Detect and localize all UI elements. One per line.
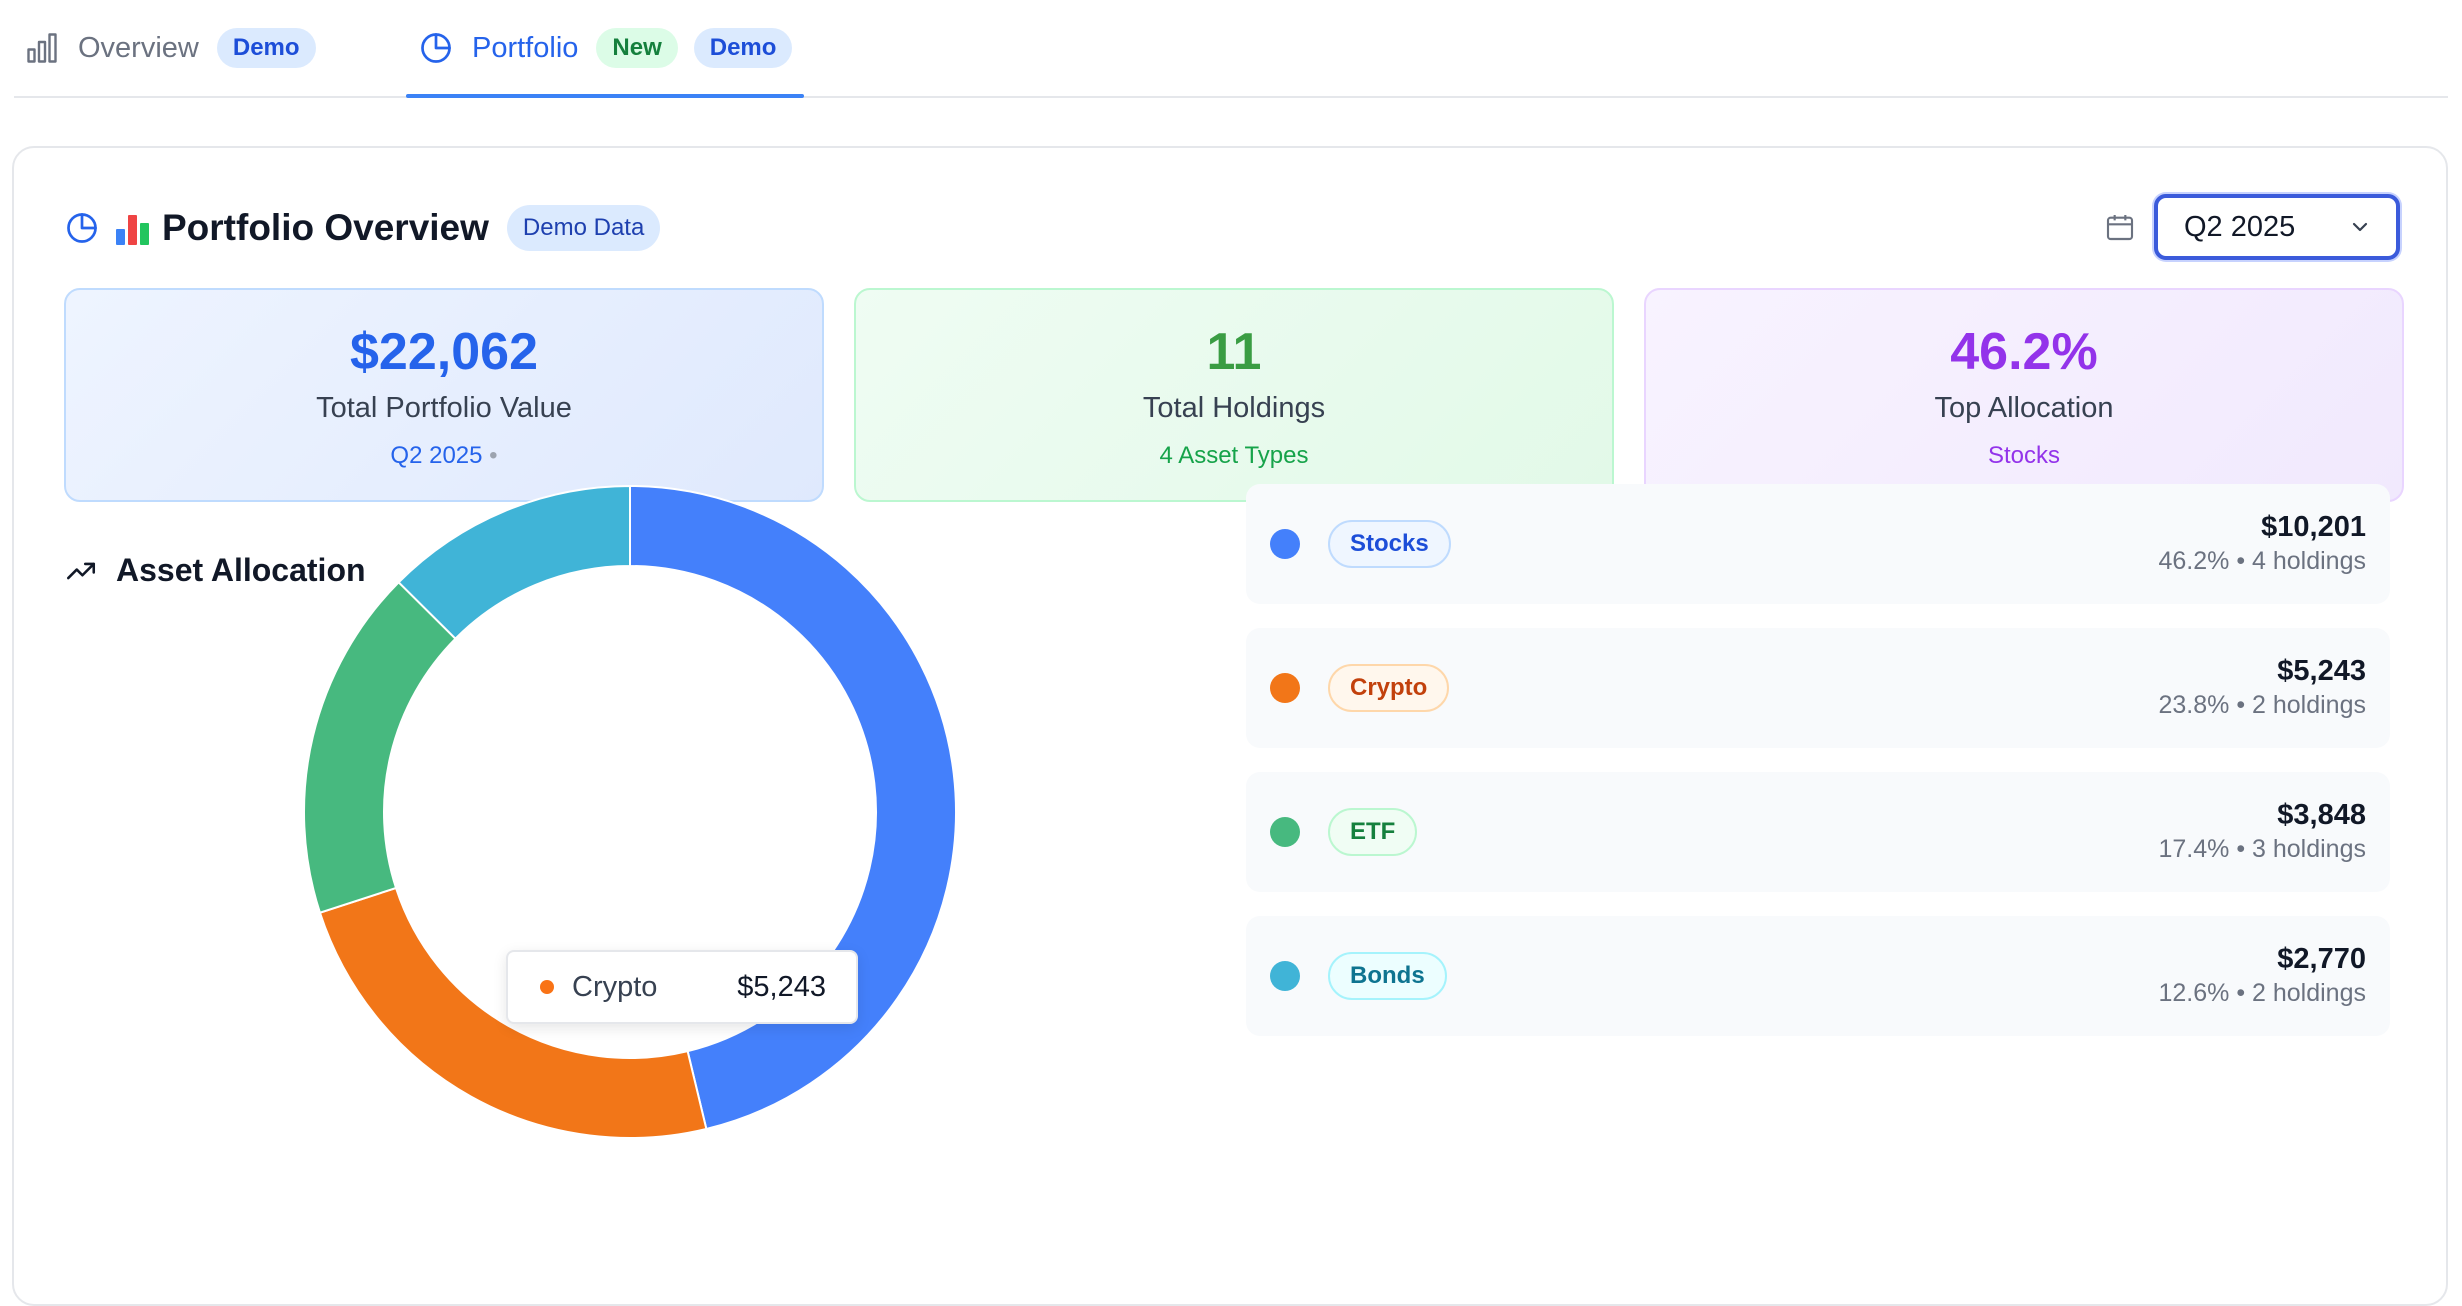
donut-slice-stocks[interactable] bbox=[629, 484, 958, 1131]
tab-overview[interactable]: Overview Demo bbox=[24, 0, 316, 96]
tab-portfolio-label: Portfolio bbox=[472, 31, 579, 64]
legend-values: $2,770 12.6% • 2 holdings bbox=[2158, 942, 2366, 1010]
legend-category-pill: Bonds bbox=[1328, 952, 1447, 1000]
legend-category-pill: ETF bbox=[1328, 808, 1418, 856]
legend-value: $3,848 bbox=[2277, 799, 2366, 831]
legend-category-pill: Crypto bbox=[1328, 664, 1450, 712]
legend-color-dot bbox=[1270, 817, 1300, 847]
legend-meta: 17.4% • 3 holdings bbox=[2158, 835, 2366, 863]
legend-color-dot bbox=[1270, 961, 1300, 991]
calendar-icon bbox=[2106, 215, 2134, 241]
tooltip-value: $5,243 bbox=[737, 970, 826, 1003]
legend-row-crypto[interactable]: Crypto $5,243 23.8% • 2 holdings bbox=[1246, 628, 2390, 748]
trending-up-icon bbox=[66, 562, 96, 579]
stat-sub-dot: • bbox=[489, 442, 498, 469]
legend-values: $5,243 23.8% • 2 holdings bbox=[2158, 654, 2366, 722]
tooltip-label: Crypto bbox=[572, 970, 658, 1003]
tab-overview-demo-badge: Demo bbox=[216, 28, 316, 68]
bar-chart-icon bbox=[27, 33, 57, 63]
stat-label: Total Holdings bbox=[1142, 392, 1326, 424]
stat-value: 11 bbox=[1206, 323, 1262, 381]
tab-portfolio[interactable]: Portfolio New Demo bbox=[406, 0, 805, 98]
legend-meta: 46.2% • 4 holdings bbox=[2158, 547, 2366, 575]
chevron-down-icon bbox=[2352, 222, 2368, 232]
bar-chart-emoji-icon bbox=[116, 211, 150, 245]
stat-value: 46.2% bbox=[1950, 323, 2098, 381]
stat-total-value: $22,062 Total Portfolio Value Q2 2025 • bbox=[64, 288, 824, 502]
stat-top-allocation: 46.2% Top Allocation Stocks bbox=[1644, 288, 2404, 502]
stat-sub: Q2 2025 • bbox=[66, 442, 822, 470]
legend-value: $10,201 bbox=[2261, 511, 2366, 543]
legend-color-dot bbox=[1270, 673, 1300, 703]
allocation-legend: Stocks $10,201 46.2% • 4 holdings Crypto… bbox=[1246, 484, 2390, 1060]
card-header: Portfolio Overview Demo Data bbox=[64, 200, 661, 256]
period-select-value: Q2 2025 bbox=[2184, 210, 2296, 243]
stat-sub: 4 Asset Types bbox=[1159, 442, 1309, 469]
tab-bar: Overview Demo Portfolio New Demo bbox=[14, 0, 2448, 98]
tab-portfolio-new-badge: New bbox=[596, 28, 678, 68]
legend-value: $2,770 bbox=[2277, 943, 2366, 975]
tooltip-color-dot bbox=[540, 980, 554, 994]
legend-category-pill: Stocks bbox=[1328, 520, 1451, 568]
period-picker: Q2 2025 bbox=[2104, 194, 2400, 260]
legend-value: $5,243 bbox=[2277, 655, 2366, 687]
stat-value: $22,062 bbox=[350, 323, 538, 381]
pie-chart-icon bbox=[67, 213, 97, 243]
stat-total-holdings: 11 Total Holdings 4 Asset Types bbox=[854, 288, 1614, 502]
period-select[interactable]: Q2 2025 bbox=[2154, 194, 2400, 260]
legend-row-etf[interactable]: ETF $3,848 17.4% • 3 holdings bbox=[1246, 772, 2390, 892]
stat-label: Top Allocation bbox=[1934, 392, 2114, 424]
legend-row-stocks[interactable]: Stocks $10,201 46.2% • 4 holdings bbox=[1246, 484, 2390, 604]
donut-slice-etf[interactable] bbox=[303, 580, 457, 914]
chart-tooltip: Crypto $5,243 bbox=[506, 950, 858, 1024]
stat-label: Total Portfolio Value bbox=[316, 392, 572, 424]
page: Overview Demo Portfolio New Demo Portfol… bbox=[0, 0, 2462, 1306]
legend-meta: 12.6% • 2 holdings bbox=[2158, 979, 2366, 1007]
legend-row-bonds[interactable]: Bonds $2,770 12.6% • 2 holdings bbox=[1246, 916, 2390, 1036]
allocation-donut-chart bbox=[303, 484, 958, 1139]
pie-chart-icon bbox=[421, 33, 451, 63]
donut-slice-bonds[interactable] bbox=[397, 484, 631, 641]
legend-values: $10,201 46.2% • 4 holdings bbox=[2158, 510, 2366, 578]
tab-portfolio-demo-badge: Demo bbox=[693, 28, 793, 68]
stat-sub-text: Q2 2025 bbox=[390, 442, 483, 469]
legend-values: $3,848 17.4% • 3 holdings bbox=[2158, 798, 2366, 866]
demo-data-badge: Demo Data bbox=[506, 205, 661, 251]
page-title: Portfolio Overview bbox=[162, 207, 489, 248]
stat-cards: $22,062 Total Portfolio Value Q2 2025 • … bbox=[64, 288, 2404, 502]
tab-overview-label: Overview bbox=[78, 31, 199, 64]
legend-meta: 23.8% • 2 holdings bbox=[2158, 691, 2366, 719]
legend-color-dot bbox=[1270, 529, 1300, 559]
stat-sub: Stocks bbox=[1987, 442, 2061, 469]
